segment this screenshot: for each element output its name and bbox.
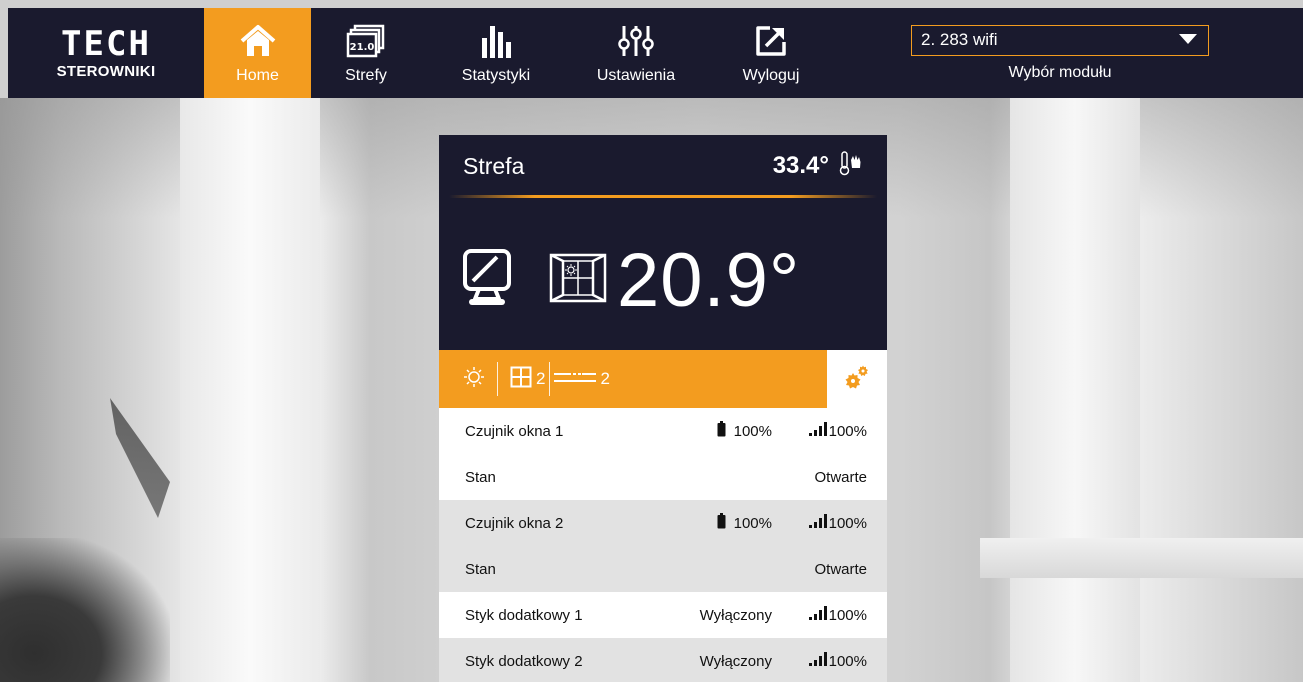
signal-value: 100% — [828, 514, 867, 532]
signal-value: 100% — [828, 652, 867, 670]
signal-level: 100% — [772, 514, 867, 532]
logo[interactable]: TECH STEROWNIKI — [8, 8, 204, 98]
zones-icon-badge: 21.0 — [350, 42, 375, 53]
window-count: 2 — [536, 369, 546, 388]
sensor-name: Czujnik okna 1 — [465, 422, 564, 440]
list-item: Stan Otwarte — [439, 546, 887, 592]
sliders-icon — [618, 21, 654, 61]
chevron-down-icon — [1178, 30, 1198, 50]
sun-icon — [463, 366, 485, 393]
signal-icon — [808, 606, 827, 624]
nav-ustawienia[interactable]: Ustawienia — [571, 8, 701, 98]
list-item: Czujnik okna 2 100% 100% — [439, 500, 887, 546]
nav-strefy[interactable]: 21.0 Strefy — [311, 8, 421, 98]
zone-name: Strefa — [463, 152, 525, 179]
battery-level: 100% — [652, 513, 772, 533]
signal-value: 100% — [828, 422, 867, 440]
status-separator — [497, 362, 498, 396]
thermometer-hand-icon — [839, 150, 863, 183]
battery-value: 100% — [733, 422, 772, 440]
nav-statystyki[interactable]: Statystyki — [421, 8, 571, 98]
zone-status-bar: 2 2 — [439, 350, 887, 408]
status-separator — [549, 362, 551, 396]
sensor-name: Czujnik okna 2 — [465, 514, 564, 532]
battery-icon — [717, 421, 726, 441]
nav-statystyki-label: Statystyki — [461, 67, 531, 84]
signal-icon — [808, 514, 827, 532]
contact-icon — [554, 369, 597, 390]
zone-status-icons: 2 2 — [439, 350, 827, 408]
gears-icon — [844, 364, 870, 395]
state-label: Stan — [465, 468, 496, 486]
signal-level: 100% — [772, 652, 867, 670]
nav-ustawienia-label: Ustawienia — [596, 67, 676, 84]
zone-main-temp: 20.9° — [617, 237, 801, 323]
nav-home[interactable]: Home — [204, 8, 311, 98]
list-item: Styk dodatkowy 2 Wyłączony 100% — [439, 638, 887, 682]
zone-settings-button[interactable] — [827, 350, 887, 408]
header-divider — [449, 195, 877, 198]
contact-name: Styk dodatkowy 2 — [465, 652, 583, 670]
module-label: Wybór modułu — [1008, 63, 1112, 81]
list-item: Styk dodatkowy 1 Wyłączony 100% — [439, 592, 887, 638]
contact-count: 2 — [600, 369, 610, 388]
window-sun-icon — [549, 253, 607, 308]
zone-current-temp-value: 33.4° — [772, 152, 829, 179]
sensor-list: Czujnik okna 1 100% 100% Stan Otwarte Cz… — [439, 408, 887, 682]
nav-wyloguj[interactable]: Wyloguj — [701, 8, 841, 98]
signal-icon — [808, 652, 827, 670]
zones-icon: 21.0 — [346, 21, 386, 61]
logout-icon — [754, 21, 788, 61]
module-selector: 2. 283 wifi Wybór modułu — [911, 8, 1209, 98]
zone-title-row: Strefa 33.4° — [439, 135, 887, 197]
nav-home-label: Home — [236, 67, 279, 84]
logo-mark: TECH — [61, 23, 151, 64]
monitor-icon — [461, 247, 513, 314]
contact-state: Wyłączony — [699, 652, 772, 670]
top-navigation-bar: TECH STEROWNIKI Home 21.0 Strefy Statyst… — [8, 8, 1303, 98]
signal-value: 100% — [828, 606, 867, 624]
contact-name: Styk dodatkowy 1 — [465, 606, 583, 624]
signal-level: 100% — [772, 606, 867, 624]
module-selected-value: 2. 283 wifi — [921, 30, 998, 49]
logo-subtitle: STEROWNIKI — [56, 62, 156, 80]
contact-state: Wyłączony — [699, 606, 772, 624]
zone-main-row: 20.9° — [439, 215, 887, 345]
state-value: Otwarte — [814, 560, 867, 578]
battery-level: 100% — [652, 421, 772, 441]
state-label: Stan — [465, 560, 496, 578]
nav-strefy-label: Strefy — [345, 67, 387, 84]
zone-current-temp: 33.4° — [773, 150, 863, 183]
signal-level: 100% — [772, 422, 867, 440]
nav-wyloguj-label: Wyloguj — [742, 67, 800, 84]
zone-header: Strefa 33.4° 20.9° — [439, 135, 887, 350]
house-icon — [240, 21, 276, 61]
battery-value: 100% — [733, 514, 772, 532]
list-item: Czujnik okna 1 100% 100% — [439, 408, 887, 454]
list-item: Stan Otwarte — [439, 454, 887, 500]
signal-icon — [808, 422, 827, 440]
module-dropdown[interactable]: 2. 283 wifi — [911, 24, 1209, 56]
window-grid-icon — [510, 366, 532, 393]
battery-icon — [717, 513, 726, 533]
zone-card: Strefa 33.4° 20.9° 2 2 Czujnik okna 1 10… — [439, 135, 887, 682]
state-value: Otwarte — [814, 468, 867, 486]
statistics-icon — [480, 21, 512, 61]
